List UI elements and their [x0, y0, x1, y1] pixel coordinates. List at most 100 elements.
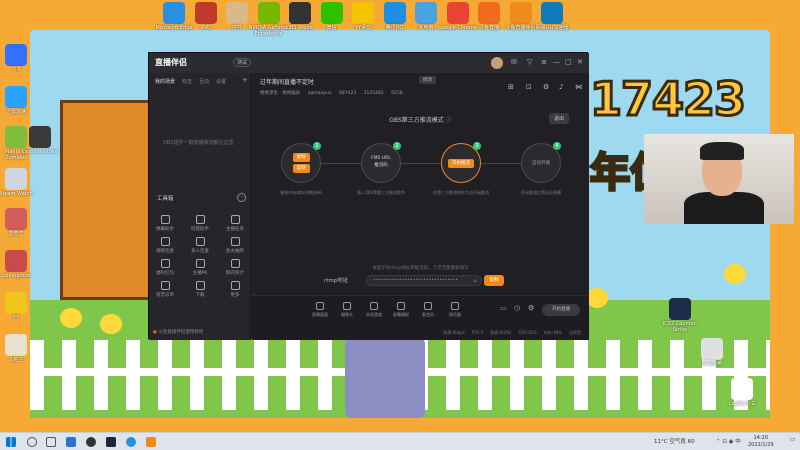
mail-icon[interactable]: ✉	[511, 58, 517, 66]
desktop-shortcut[interactable]: Steam Watch	[0, 168, 38, 197]
stream-key-value: ••••••••••••••••••••••••	[373, 298, 437, 303]
app-version-badge: 测试	[233, 58, 252, 67]
tool-item[interactable]: 弹幕助手	[148, 215, 182, 232]
notification-icon[interactable]: ▭	[790, 437, 795, 443]
stream-key-label: 推流码	[324, 298, 341, 304]
app-sidebar: 我的场景 双击 互动 设置 + OBS插件一键收播推流都在这里 工具箱 ⋯ 弹幕助手 房…	[149, 73, 251, 340]
tool-item[interactable]: 语音派单	[148, 281, 182, 298]
desktop-shortcut[interactable]: Counter-Strike	[18, 126, 62, 155]
bell-icon[interactable]: ♪	[559, 83, 563, 91]
user-avatar[interactable]	[491, 57, 503, 69]
menu-icon[interactable]: ≡	[541, 58, 547, 66]
desktop-shortcut[interactable]: ICS2 Counter-Strike	[658, 298, 702, 333]
desktop-shortcut-icon	[478, 2, 500, 24]
eye-icon[interactable]: ◎	[474, 276, 478, 285]
close-icon[interactable]: ✕	[577, 58, 583, 66]
sidebar-tab[interactable]: 互动	[199, 78, 209, 85]
tool-item[interactable]: 福利红包	[148, 259, 182, 276]
room-category[interactable]: 绝地求生 · 休闲娱乐	[260, 91, 300, 96]
tool-item[interactable]: 下载	[183, 281, 217, 298]
desktop-shortcut-icon	[5, 44, 27, 66]
desktop-shortcut-icon	[194, 2, 217, 24]
task-view-icon[interactable]	[46, 437, 56, 447]
tray-icons[interactable]: ⌃ ⊡ ◉ 中	[716, 437, 741, 445]
tool-icon	[160, 281, 170, 290]
desktop-shortcut[interactable]: YY	[0, 292, 38, 321]
rtmp-label: rtmp地址	[324, 278, 349, 284]
sidebar-tabs: 我的场景 双击 互动 设置	[149, 73, 250, 90]
tool-item[interactable]: 鲜花统计	[218, 259, 252, 276]
wallpaper-character	[345, 338, 425, 418]
sidebar-tutorial-link[interactable]: ● 斗鱼直播伴侣使用教程	[153, 329, 203, 335]
maximize-icon[interactable]: □	[565, 58, 572, 66]
desktop-shortcut-icon	[509, 2, 532, 24]
chick-icon	[60, 308, 82, 328]
add-scene-icon[interactable]: +	[242, 76, 248, 84]
step-content: 复制 复制	[282, 151, 320, 173]
desktop-shortcut[interactable]: 斗地主	[0, 334, 38, 363]
desktop-shortcut-label: 爱奇艺	[8, 231, 24, 237]
help-circle-icon[interactable]: ⓘ	[446, 117, 452, 124]
tool-label: 主播PK	[192, 271, 208, 276]
tool-item[interactable]: 主播PK	[183, 259, 217, 276]
file-explorer-icon[interactable]	[66, 437, 76, 447]
desktop-shortcut[interactable]: 迅雷加速	[0, 86, 38, 115]
tool-label: 福利红包	[156, 271, 174, 276]
windows-start-icon[interactable]	[6, 437, 16, 447]
sidebar-tab[interactable]: 设置	[216, 78, 226, 85]
sidebar-tab[interactable]: 我的场景	[155, 78, 175, 85]
room-user: ygmaopuo	[307, 91, 332, 96]
steam-taskbar-icon[interactable]	[106, 437, 116, 447]
rtmp-field[interactable]: •••••••••••••••••••••••••••••••• ◎	[366, 275, 482, 286]
exit-mode-button[interactable]: 退出	[549, 113, 570, 124]
sidebar-empty-text: OBS插件一键收播推流都在这里	[163, 140, 234, 146]
step-line: 自动开播	[532, 161, 550, 166]
streaming-app-taskbar-icon[interactable]	[146, 437, 156, 447]
sidebar-tab[interactable]: 双击	[182, 78, 192, 85]
tool-item[interactable]: 鱼丸抽奖	[218, 237, 252, 254]
room-edit-button[interactable]: 修改	[419, 76, 436, 84]
step-description: 开启推流后将自动直播	[521, 190, 561, 195]
obs-taskbar-icon[interactable]	[86, 437, 96, 447]
tool-item[interactable]: 主播任务	[218, 215, 252, 232]
copy-rtmp-button[interactable]: 复制	[484, 275, 504, 286]
eye-icon[interactable]: ◎	[474, 296, 478, 305]
tool-item[interactable]: 多人连麦	[183, 237, 217, 254]
webcam-overlay	[644, 134, 794, 224]
gift-icon[interactable]: ⊞	[508, 83, 514, 91]
desktop-shortcut[interactable]: 飞书	[0, 44, 38, 73]
tool-label: 语音派单	[156, 293, 174, 298]
desktop-shortcut-icon	[352, 2, 374, 24]
desktop-shortcut-icon	[5, 250, 27, 272]
tool-icon	[230, 237, 240, 246]
desktop-shortcut[interactable]: 爱奇艺	[0, 208, 38, 237]
tool-item[interactable]: 视频连麦	[148, 237, 182, 254]
room-id: 687423	[339, 91, 357, 96]
search-icon[interactable]	[27, 437, 37, 447]
minimize-icon[interactable]: —	[553, 58, 560, 66]
tools-more-icon[interactable]: ⋯	[237, 193, 246, 202]
desktop-shortcut[interactable]: Logitech G	[720, 378, 764, 407]
app-logo: 直播伴侣	[155, 58, 187, 67]
room-fans: 9258	[391, 91, 403, 96]
app-titlebar[interactable]: 直播伴侣 测试 ✉ ▽ ≡ — □ ✕	[149, 53, 589, 73]
desktop-shortcut[interactable]: 网易UU加速器	[530, 2, 574, 31]
mode-title-text: OBS第三方推流模式	[389, 117, 444, 124]
copy-key-button[interactable]: 复制	[484, 295, 504, 306]
tool-item[interactable]: 更多	[218, 281, 252, 298]
stream-key-field[interactable]: •••••••••••••••••••••••• ◎	[366, 295, 482, 306]
step-content: FMS URL 推流码	[362, 155, 400, 169]
desktop-shortcut[interactable]: 反恐精英	[690, 338, 734, 367]
desktop-shortcut[interactable]: LolKingdom	[0, 250, 38, 279]
skin-icon[interactable]: ▽	[527, 58, 532, 66]
lock-icon[interactable]: ⊡	[526, 83, 532, 91]
taskbar-clock[interactable]: 14:20 2022/1/29	[748, 435, 774, 449]
tool-item[interactable]: 房管助手	[183, 215, 217, 232]
desktop-shortcut-icon	[226, 2, 248, 24]
share-icon[interactable]: ⋈	[575, 83, 582, 91]
settings-icon[interactable]: ⚙	[543, 83, 549, 91]
desktop-shortcut-icon	[5, 208, 27, 230]
desktop-shortcut-icon	[163, 2, 185, 24]
weather-text[interactable]: 11°C 空气良 60	[654, 437, 695, 445]
edge-taskbar-icon[interactable]	[126, 437, 136, 447]
